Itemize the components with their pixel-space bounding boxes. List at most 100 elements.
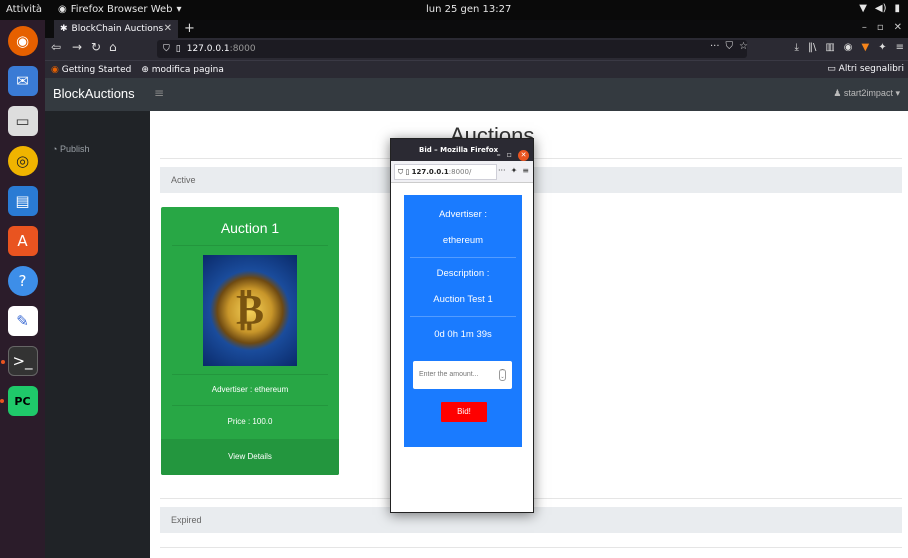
volume-icon: ◀) <box>874 3 887 14</box>
hamburger-icon[interactable]: ≡ <box>154 86 164 100</box>
window-controls: – ▫ ✕ <box>862 22 902 33</box>
sidebar-item-label: Publish <box>59 144 90 154</box>
favicon-icon: ✱ <box>60 24 68 34</box>
page-actions-icon[interactable]: ··· <box>710 41 720 52</box>
running-indicator <box>0 360 5 364</box>
bookmark-star-icon[interactable]: ☆ <box>739 41 748 52</box>
files-dock-icon[interactable]: ▭ <box>7 106 38 136</box>
bookmarks-toolbar: ◉ Getting Started ⊕ modifica pagina ▭ Al… <box>45 60 908 78</box>
description-label: Description : <box>436 268 490 279</box>
description-value: Auction Test 1 <box>433 294 493 305</box>
url-bar[interactable]: ⛉ ▯ 127.0.0.1:8000 <box>157 40 747 58</box>
dock: ◉ ✉ ▭ ◎ ▤ A ? ✎ >_ PC <box>0 20 45 558</box>
mail-dock-icon[interactable]: ✉ <box>7 66 38 96</box>
sidebar-icon[interactable]: ▥ <box>825 42 834 53</box>
sidebar-item-publish[interactable]: ◔ Publish <box>52 144 89 154</box>
back-button[interactable]: ⇦ <box>51 40 61 54</box>
panel-divider <box>410 257 516 258</box>
system-tray[interactable]: ▼ ◀) ▮ <box>859 3 900 14</box>
other-bookmarks[interactable]: ▭ Altri segnalibri <box>827 64 904 74</box>
running-indicator <box>0 399 4 403</box>
desktop: Attività ◉ Firefox Browser Web ▾ lun 25 … <box>0 0 908 558</box>
countdown-timer: 0d 0h 1m 39s <box>434 329 492 340</box>
app-menu[interactable]: ◉ Firefox Browser Web ▾ <box>58 4 182 15</box>
popup-url-port: :8000/ <box>448 168 472 176</box>
document-dock-icon[interactable]: ▤ <box>7 186 38 216</box>
close-icon[interactable]: ✕ <box>518 149 529 161</box>
page-icon: ▯ <box>405 168 410 176</box>
popup-tools: ··· ✦ ≡ <box>498 166 529 175</box>
user-menu[interactable]: ♟ start2impact ▾ <box>833 88 900 99</box>
pycharm-dock-icon[interactable]: PC <box>0 386 38 416</box>
caret-down-icon: ▾ <box>176 4 182 15</box>
metamask-icon[interactable]: ▼ <box>862 42 870 53</box>
firefox-icon: ◉ <box>58 4 67 15</box>
tab-bar: ✱ BlockChain Auctions ✕ + – ▫ ✕ <box>45 20 908 38</box>
view-details-button[interactable]: View Details <box>161 439 339 475</box>
globe-icon: ⊕ <box>141 64 149 75</box>
firefox-dock-icon[interactable]: ◉ <box>7 26 38 56</box>
forward-button[interactable]: → <box>72 40 82 54</box>
activities-button[interactable]: Attività <box>6 4 42 15</box>
software-dock-icon[interactable]: A <box>7 226 38 256</box>
popup-url-bar[interactable]: ⛉ ▯ 127.0.0.1:8000/ <box>394 164 497 180</box>
bookmark-modifica-pagina[interactable]: ⊕ modifica pagina <box>141 65 224 75</box>
app-menu-label: Firefox Browser Web <box>70 4 173 15</box>
popup-toolbar: ⛉ ▯ 127.0.0.1:8000/ ··· ✦ ≡ <box>391 161 533 183</box>
reload-button[interactable]: ↻ <box>91 40 101 54</box>
help-dock-icon[interactable]: ? <box>7 266 38 296</box>
bookmark-getting-started[interactable]: ◉ Getting Started <box>51 65 131 75</box>
close-window-icon[interactable]: ✕ <box>894 22 902 33</box>
page-actions-icon[interactable]: ··· <box>498 166 506 175</box>
maximize-icon[interactable]: ▫ <box>877 22 884 33</box>
account-icon[interactable]: ◉ <box>844 42 853 53</box>
folder-icon: ▭ <box>827 64 836 74</box>
bookmark-label: Getting Started <box>61 64 132 75</box>
popup-titlebar[interactable]: Bid – Mozilla Firefox – ▫ ✕ <box>391 139 533 161</box>
navigation-toolbar: ⇦ → ↻ ⌂ ⛉ ▯ 127.0.0.1:8000 ··· ⛉ ☆ ⤓ ‖\ … <box>45 38 908 60</box>
tab-title: BlockChain Auctions <box>71 24 164 34</box>
library-icon[interactable]: ‖\ <box>808 42 816 53</box>
menu-icon[interactable]: ≡ <box>896 42 904 53</box>
minimize-icon[interactable]: – <box>862 22 867 33</box>
bid-amount-input[interactable]: Enter the amount... ⌃ ⌄ <box>413 361 512 389</box>
shield-icon: ⛉ <box>163 44 170 54</box>
home-button[interactable]: ⌂ <box>109 40 117 54</box>
panel-divider <box>410 316 516 317</box>
pocket-icon[interactable]: ⛉ <box>726 41 734 52</box>
user-name: start2impact <box>843 88 893 98</box>
number-stepper[interactable]: ⌃ ⌄ <box>499 369 506 381</box>
tab-blockchain-auctions[interactable]: ✱ BlockChain Auctions ✕ <box>54 20 178 38</box>
music-dock-icon[interactable]: ◎ <box>7 146 38 176</box>
divider <box>160 547 902 548</box>
url-port: :8000 <box>229 44 256 54</box>
extensions-icon[interactable]: ✦ <box>878 42 886 53</box>
extensions-icon[interactable]: ✦ <box>511 166 518 175</box>
bid-button[interactable]: Bid! <box>441 402 487 422</box>
card-advertiser: Advertiser : ethereum <box>211 385 289 394</box>
menu-icon[interactable]: ≡ <box>522 166 529 175</box>
clock[interactable]: lun 25 gen 13:27 <box>426 4 511 15</box>
site-brand[interactable]: BlockAuctions <box>53 86 135 101</box>
popup-url-host: 127.0.0.1 <box>411 168 449 176</box>
amount-placeholder: Enter the amount... <box>419 371 479 378</box>
page-icon: ▯ <box>175 44 181 54</box>
url-actions: ··· ⛉ ☆ <box>710 41 748 52</box>
popup-title: Bid – Mozilla Firefox <box>419 146 499 154</box>
caret-down-icon: ▾ <box>895 88 900 98</box>
editor-dock-icon[interactable]: ✎ <box>7 306 38 336</box>
advertiser-value: ethereum <box>442 235 484 246</box>
bookmark-label: modifica pagina <box>151 64 224 75</box>
toolbar-icons: ⤓ ‖\ ▥ ◉ ▼ ✦ ≡ <box>795 42 904 53</box>
gauge-icon: ◔ <box>52 144 58 154</box>
network-icon: ▼ <box>859 3 867 14</box>
firefox-bookmark-icon: ◉ <box>51 64 59 75</box>
card-divider <box>172 405 328 406</box>
card-price: Price : 100.0 <box>227 417 273 426</box>
new-tab-button[interactable]: + <box>184 21 195 36</box>
downloads-icon[interactable]: ⤓ <box>795 42 799 53</box>
terminal-dock-icon[interactable]: >_ <box>0 346 38 376</box>
advertiser-label: Advertiser : <box>438 209 488 220</box>
bitcoin-symbol: ₿ <box>235 285 264 334</box>
close-tab-icon[interactable]: ✕ <box>164 23 172 34</box>
